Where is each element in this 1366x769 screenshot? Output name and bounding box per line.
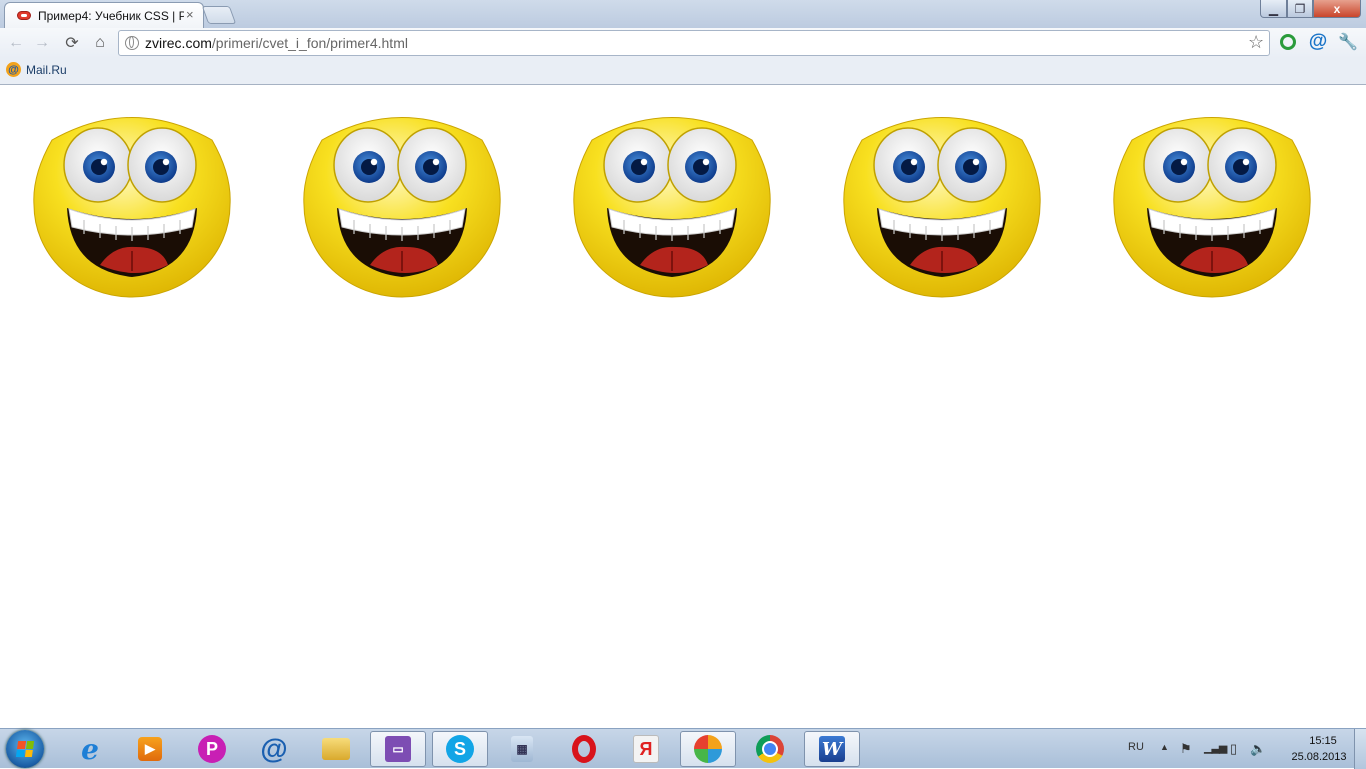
home-icon[interactable]: ⌂	[90, 33, 110, 53]
windows-flag-icon	[15, 741, 35, 757]
window-close-button[interactable]: x	[1313, 0, 1361, 18]
taskbar-yandex-icon[interactable]: Я	[618, 731, 674, 767]
tab-favicon-icon	[17, 11, 31, 20]
smiley-image	[842, 105, 1042, 300]
network-signal-icon[interactable]: ▁▃▅	[1204, 741, 1227, 754]
taskbar-word-icon[interactable]: W	[804, 731, 860, 767]
speed-dial-extension-icon[interactable]	[1278, 32, 1298, 52]
smiley-image	[32, 105, 232, 300]
back-arrow-icon[interactable]: ←	[6, 33, 26, 53]
maximize-button[interactable]: ❐	[1287, 0, 1313, 18]
browser-toolbar: ← → ⟳ ⌂ zvirec.com/primeri/cvet_i_fon/pr…	[0, 28, 1366, 58]
globe-icon	[125, 36, 139, 50]
mailru-icon: @	[6, 62, 21, 77]
taskbar-save-app-icon[interactable]: ▭	[370, 731, 426, 767]
smiley-image	[302, 105, 502, 300]
taskbar-p-app-icon[interactable]: P	[184, 731, 240, 767]
battery-icon[interactable]: ▯	[1230, 741, 1237, 757]
browser-chrome: Пример4: Учебник CSS | Р × ▁ ❐ x ← → ⟳ ⌂…	[0, 0, 1366, 85]
taskbar-media-player-icon[interactable]: ▶	[122, 731, 178, 767]
reload-icon[interactable]: ⟳	[62, 33, 82, 53]
windows-taskbar: e ▶ P @ ▭ S ▦ Я W RU ▲ ⚑ ▁▃▅ ▯ 🔈 15:15 2…	[0, 728, 1366, 769]
address-bar[interactable]: zvirec.com/primeri/cvet_i_fon/primer4.ht…	[118, 30, 1270, 56]
tab-title: Пример4: Учебник CSS | Р	[38, 9, 184, 23]
browser-tab[interactable]: Пример4: Учебник CSS | Р ×	[4, 2, 204, 28]
taskbar-explorer-icon[interactable]	[308, 731, 364, 767]
bookmark-mailru[interactable]: @ Mail.Ru	[6, 62, 67, 77]
taskbar-chrome-icon[interactable]	[742, 731, 798, 767]
new-tab-button[interactable]	[201, 6, 237, 24]
taskbar-mail-agent-icon[interactable]: @	[246, 731, 302, 767]
taskbar-opera-icon[interactable]	[556, 731, 612, 767]
page-content	[0, 85, 1366, 728]
window-controls: ▁ ❐ x	[1260, 0, 1364, 19]
smiley-image	[572, 105, 772, 300]
bookmark-label: Mail.Ru	[26, 62, 67, 77]
url-text[interactable]: zvirec.com/primeri/cvet_i_fon/primer4.ht…	[145, 35, 408, 51]
window-close-label: x	[1333, 1, 1341, 16]
mail-at-extension-icon[interactable]: @	[1308, 31, 1328, 52]
clock-date[interactable]: 25.08.2013	[1284, 751, 1354, 763]
taskbar-skype-icon[interactable]: S	[432, 731, 488, 767]
url-path: /primeri/cvet_i_fon/primer4.html	[211, 35, 408, 51]
show-hidden-icons-icon[interactable]: ▲	[1160, 742, 1169, 752]
start-button[interactable]	[6, 730, 44, 768]
minimize-button[interactable]: ▁	[1260, 0, 1287, 18]
taskbar-ie-icon[interactable]: e	[62, 731, 118, 767]
action-center-flag-icon[interactable]: ⚑	[1180, 741, 1192, 757]
forward-arrow-icon[interactable]: →	[32, 33, 52, 53]
close-icon[interactable]: ×	[186, 7, 194, 22]
url-domain: zvirec.com	[145, 35, 212, 51]
language-indicator[interactable]: RU	[1128, 741, 1144, 753]
system-tray: RU ▲ ⚑ ▁▃▅ ▯ 🔈 15:15 25.08.2013	[1120, 729, 1360, 769]
volume-icon[interactable]: 🔈	[1250, 741, 1266, 757]
bookmarks-bar: @ Mail.Ru	[0, 58, 1366, 85]
taskbar-colorful-app-icon[interactable]	[680, 731, 736, 767]
show-desktop-button[interactable]	[1354, 729, 1366, 769]
clock-time[interactable]: 15:15	[1298, 735, 1348, 747]
smiley-image	[1112, 105, 1312, 300]
wrench-menu-icon[interactable]: 🔧	[1338, 32, 1358, 52]
bookmark-star-icon[interactable]: ☆	[1248, 32, 1264, 53]
taskbar-calculator-icon[interactable]: ▦	[494, 731, 550, 767]
title-bar: Пример4: Учебник CSS | Р × ▁ ❐ x	[0, 0, 1366, 28]
